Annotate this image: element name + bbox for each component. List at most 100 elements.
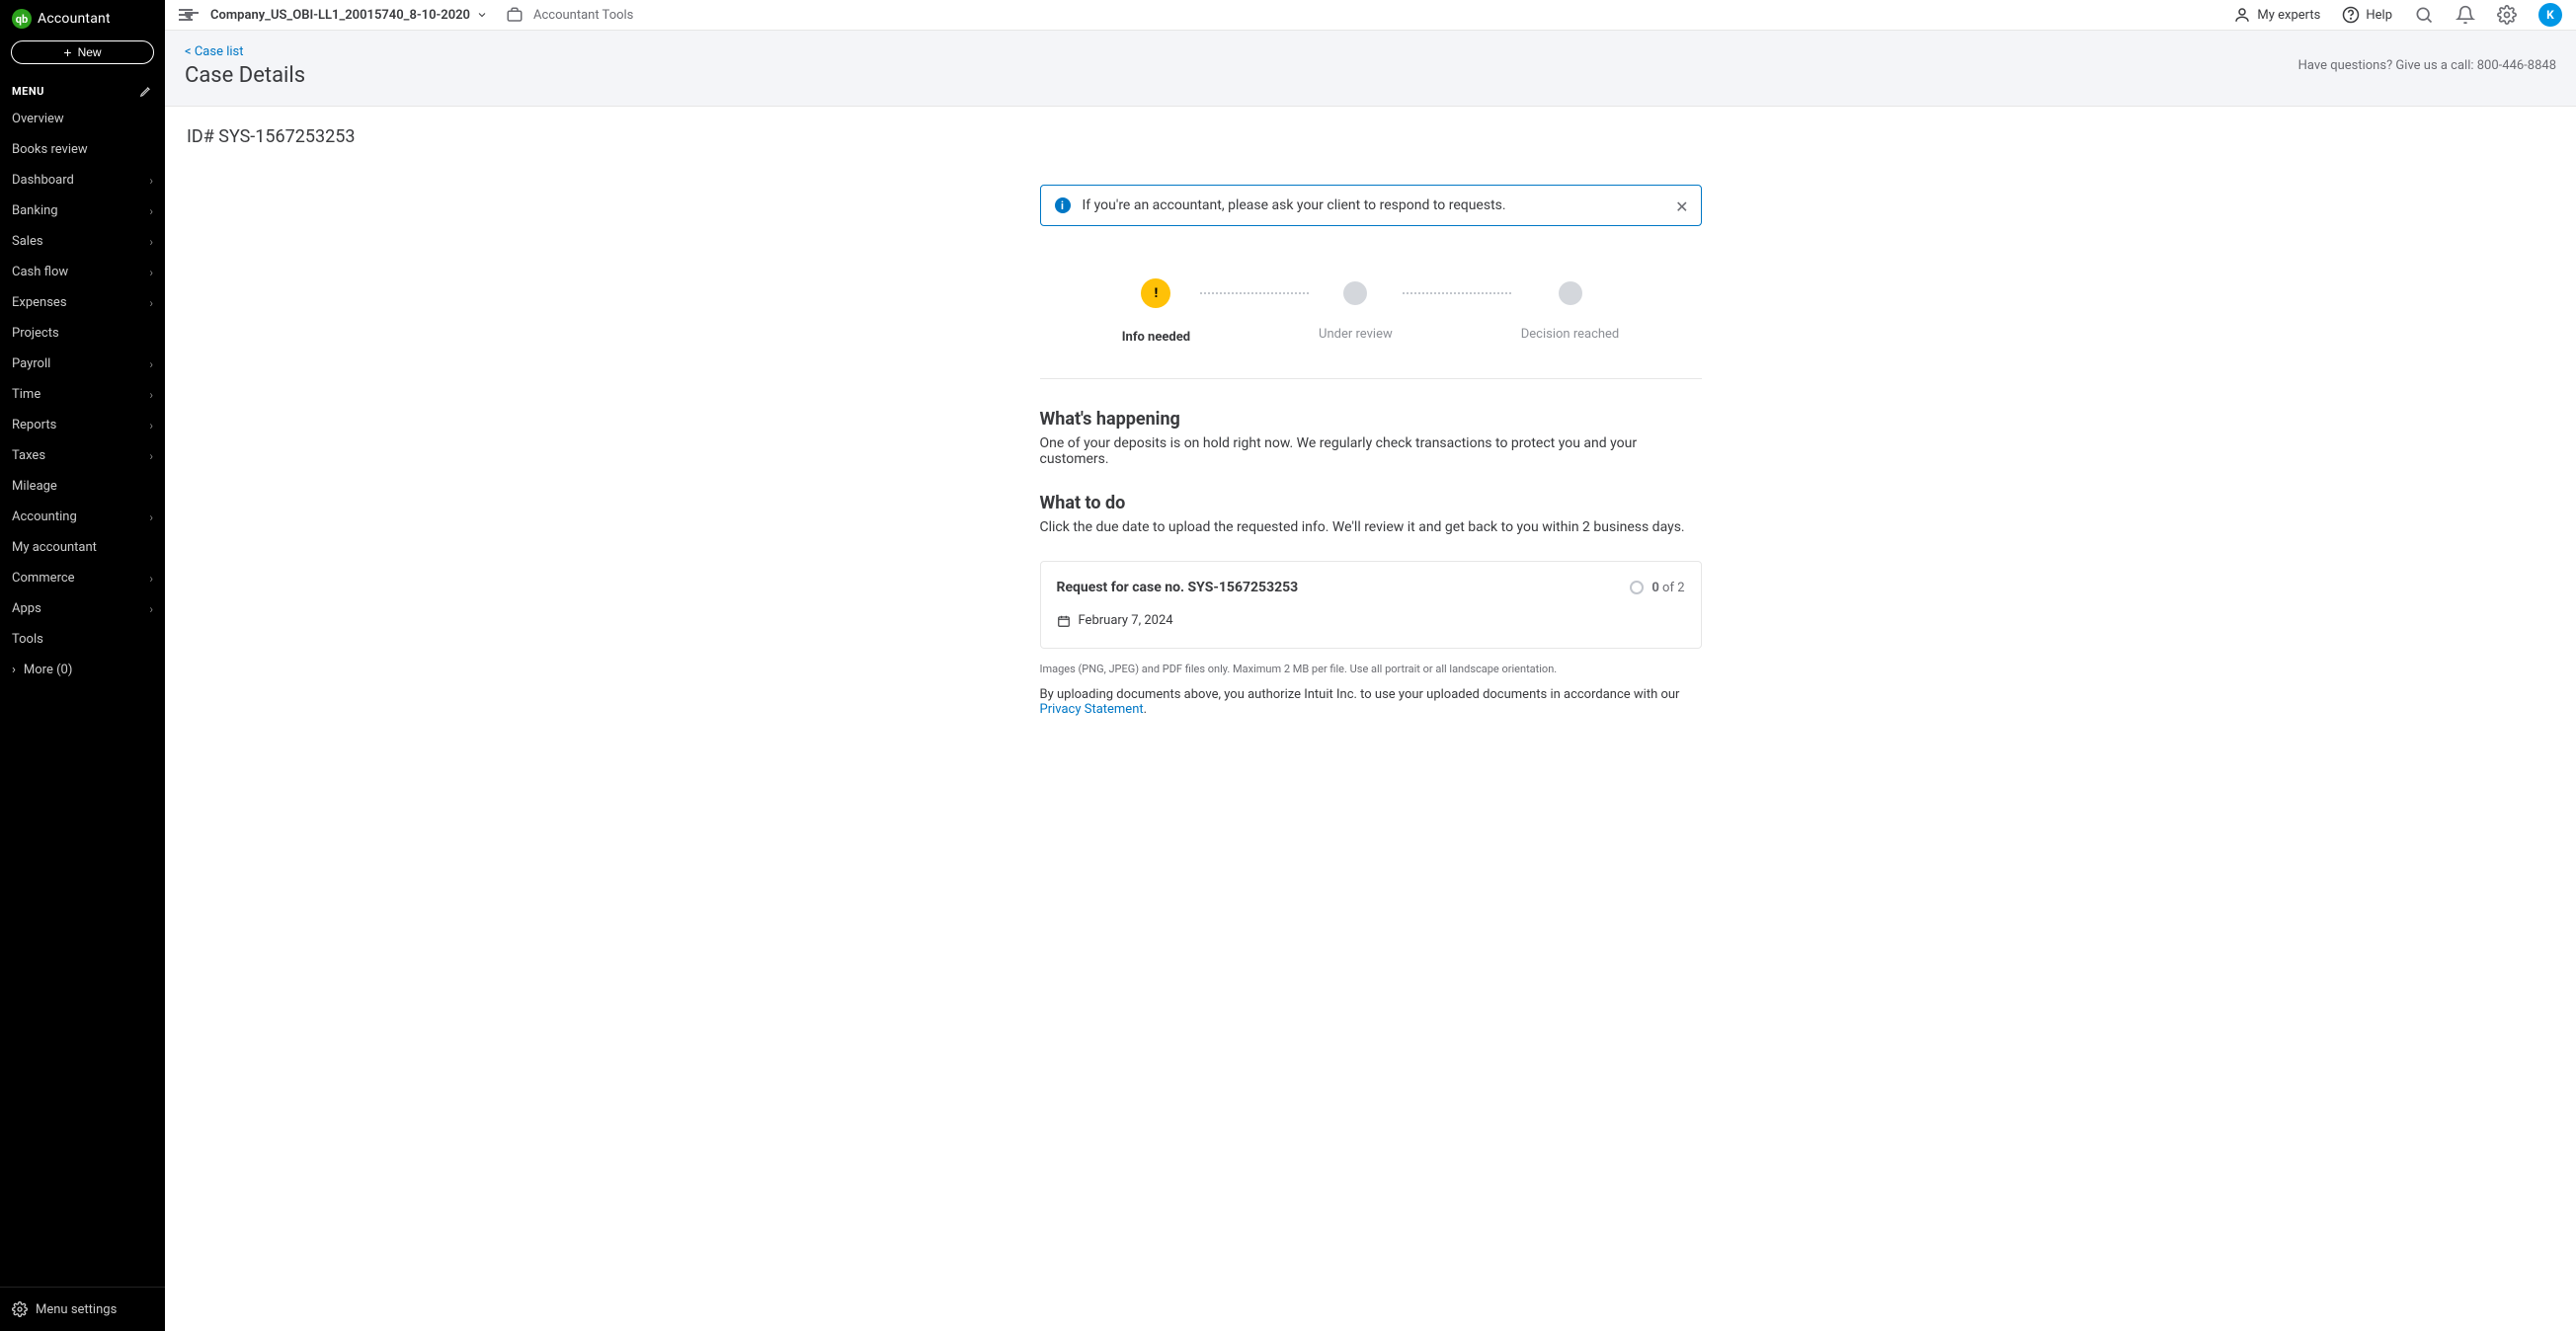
briefcase-icon bbox=[506, 6, 523, 24]
step-connector bbox=[1403, 292, 1511, 294]
sidebar-nav: OverviewBooks reviewDashboard›Banking›Sa… bbox=[0, 104, 165, 1287]
sidebar-item-banking[interactable]: Banking› bbox=[0, 196, 165, 226]
chevron-down-icon bbox=[476, 9, 488, 21]
upload-note-prefix: By uploading documents above, you author… bbox=[1040, 687, 1680, 702]
sidebar-item-projects[interactable]: Projects bbox=[0, 318, 165, 349]
sidebar-item-apps[interactable]: Apps› bbox=[0, 593, 165, 624]
brand: qb Accountant bbox=[0, 0, 165, 35]
divider bbox=[1040, 378, 1702, 379]
request-title: Request for case no. SYS-1567253253 bbox=[1057, 580, 1299, 595]
sidebar-more[interactable]: ›More (0) bbox=[0, 655, 165, 685]
sidebar-item-cash-flow[interactable]: Cash flow › bbox=[0, 257, 165, 287]
step-1-circle: ! bbox=[1141, 278, 1170, 308]
brand-text: Accountant bbox=[38, 11, 111, 27]
chevron-right-icon: › bbox=[149, 510, 153, 524]
search-button[interactable] bbox=[2414, 5, 2434, 25]
menu-header-label: MENU bbox=[12, 85, 44, 98]
sidebar-item-taxes[interactable]: Taxes › bbox=[0, 440, 165, 471]
sidebar-item-label: Payroll bbox=[12, 356, 50, 371]
step-1-label: Info needed bbox=[1122, 330, 1190, 345]
sidebar-item-label: Tools bbox=[12, 632, 43, 647]
page-header: < Case list Case Details Have questions?… bbox=[165, 31, 2576, 107]
sidebar-item-label: Projects bbox=[12, 326, 59, 341]
privacy-statement-link[interactable]: Privacy Statement bbox=[1040, 702, 1144, 717]
new-button-label: New bbox=[78, 45, 102, 59]
my-experts[interactable]: My experts bbox=[2233, 6, 2320, 24]
case-id: ID# SYS-1567253253 bbox=[187, 126, 2556, 147]
notifications-button[interactable] bbox=[2455, 5, 2475, 25]
whats-happening-text: One of your deposits is on hold right no… bbox=[1040, 435, 1702, 467]
alert-close-button[interactable]: ✕ bbox=[1675, 197, 1688, 216]
sidebar-item-label: Mileage bbox=[12, 479, 57, 494]
sidebar-item-accounting[interactable]: Accounting › bbox=[0, 502, 165, 532]
topbar: ◀ Company_US_OBI-LL1_20015740_8-10-2020 … bbox=[165, 0, 2576, 31]
sidebar-item-label: Overview bbox=[12, 112, 64, 126]
sidebar-item-label: Accounting bbox=[12, 509, 77, 524]
sidebar-item-payroll[interactable]: Payroll› bbox=[0, 349, 165, 379]
sidebar-toggle[interactable]: ◀ bbox=[179, 9, 193, 21]
avatar[interactable]: K bbox=[2538, 3, 2562, 27]
sidebar-item-label: Commerce bbox=[12, 571, 75, 586]
sidebar-item-label: Sales bbox=[12, 234, 43, 249]
sidebar-item-label: Apps bbox=[12, 601, 41, 616]
sidebar-item-commerce[interactable]: Commerce › bbox=[0, 563, 165, 593]
sidebar-item-label: Cash flow bbox=[12, 265, 68, 279]
close-icon: ✕ bbox=[1675, 197, 1688, 216]
sidebar-item-expenses[interactable]: Expenses › bbox=[0, 287, 165, 318]
request-date-text: February 7, 2024 bbox=[1079, 613, 1173, 628]
menu-settings[interactable]: Menu settings bbox=[0, 1287, 165, 1331]
file-requirements-text: Images (PNG, JPEG) and PDF files only. M… bbox=[1040, 663, 1702, 675]
sidebar-item-my-accountant[interactable]: My accountant bbox=[0, 532, 165, 563]
sidebar-item-overview[interactable]: Overview bbox=[0, 104, 165, 134]
sidebar-item-label: Reports bbox=[12, 418, 56, 432]
step-3-circle bbox=[1559, 281, 1582, 305]
sidebar-item-label: My accountant bbox=[12, 540, 97, 555]
chevron-right-icon: › bbox=[149, 174, 153, 188]
sidebar-item-reports[interactable]: Reports › bbox=[0, 410, 165, 440]
what-to-do-text: Click the due date to upload the request… bbox=[1040, 519, 1702, 535]
breadcrumb-case-list[interactable]: < Case list bbox=[185, 44, 305, 59]
sidebar-item-books-review[interactable]: Books review bbox=[0, 134, 165, 165]
sidebar-item-tools[interactable]: Tools bbox=[0, 624, 165, 655]
whats-happening-heading: What's happening bbox=[1040, 409, 1702, 430]
sidebar-item-label: Taxes bbox=[12, 448, 45, 463]
pencil-icon[interactable] bbox=[139, 84, 153, 98]
company-name: Company_US_OBI-LL1_20015740_8-10-2020 bbox=[210, 8, 470, 23]
info-alert: i If you're an accountant, please ask yo… bbox=[1040, 185, 1702, 226]
help-icon bbox=[2342, 6, 2360, 24]
help-link[interactable]: Help bbox=[2342, 6, 2392, 24]
sidebar-item-dashboard[interactable]: Dashboard› bbox=[0, 165, 165, 196]
person-icon bbox=[2233, 6, 2251, 24]
new-button[interactable]: + New bbox=[11, 40, 154, 64]
settings-button[interactable] bbox=[2497, 5, 2517, 25]
sidebar-item-time[interactable]: Time› bbox=[0, 379, 165, 410]
chevron-right-icon: › bbox=[149, 449, 153, 463]
gear-icon bbox=[12, 1301, 28, 1317]
request-count: 0 of 2 bbox=[1630, 581, 1684, 595]
sidebar-item-mileage[interactable]: Mileage bbox=[0, 471, 165, 502]
calendar-icon bbox=[1057, 614, 1071, 628]
chevron-right-icon: › bbox=[149, 296, 153, 310]
info-icon: i bbox=[1055, 197, 1071, 213]
chevron-right-icon: › bbox=[149, 572, 153, 586]
chevron-right-icon: › bbox=[149, 266, 153, 279]
menu-settings-label: Menu settings bbox=[36, 1302, 117, 1317]
request-count-total: of 2 bbox=[1662, 581, 1684, 595]
chevron-right-icon: › bbox=[149, 419, 153, 432]
collapse-arrow-icon: ◀ bbox=[185, 12, 199, 14]
my-experts-label: My experts bbox=[2257, 8, 2320, 23]
page-title: Case Details bbox=[185, 63, 305, 88]
sidebar-item-label: Banking bbox=[12, 203, 58, 218]
sidebar-item-label: Expenses bbox=[12, 295, 67, 310]
accountant-tools-label: Accountant Tools bbox=[533, 8, 633, 23]
request-card[interactable]: Request for case no. SYS-1567253253 0 of… bbox=[1040, 561, 1702, 649]
bell-icon bbox=[2455, 5, 2475, 25]
alert-text: If you're an accountant, please ask your… bbox=[1083, 197, 1687, 213]
qb-logo-icon: qb bbox=[12, 9, 32, 29]
accountant-tools[interactable]: Accountant Tools bbox=[506, 6, 633, 24]
company-switcher[interactable]: Company_US_OBI-LL1_20015740_8-10-2020 bbox=[210, 8, 488, 23]
sidebar-more-label: More (0) bbox=[24, 663, 72, 677]
what-to-do-heading: What to do bbox=[1040, 493, 1702, 513]
sidebar-item-label: Time bbox=[12, 387, 40, 402]
sidebar-item-sales[interactable]: Sales› bbox=[0, 226, 165, 257]
